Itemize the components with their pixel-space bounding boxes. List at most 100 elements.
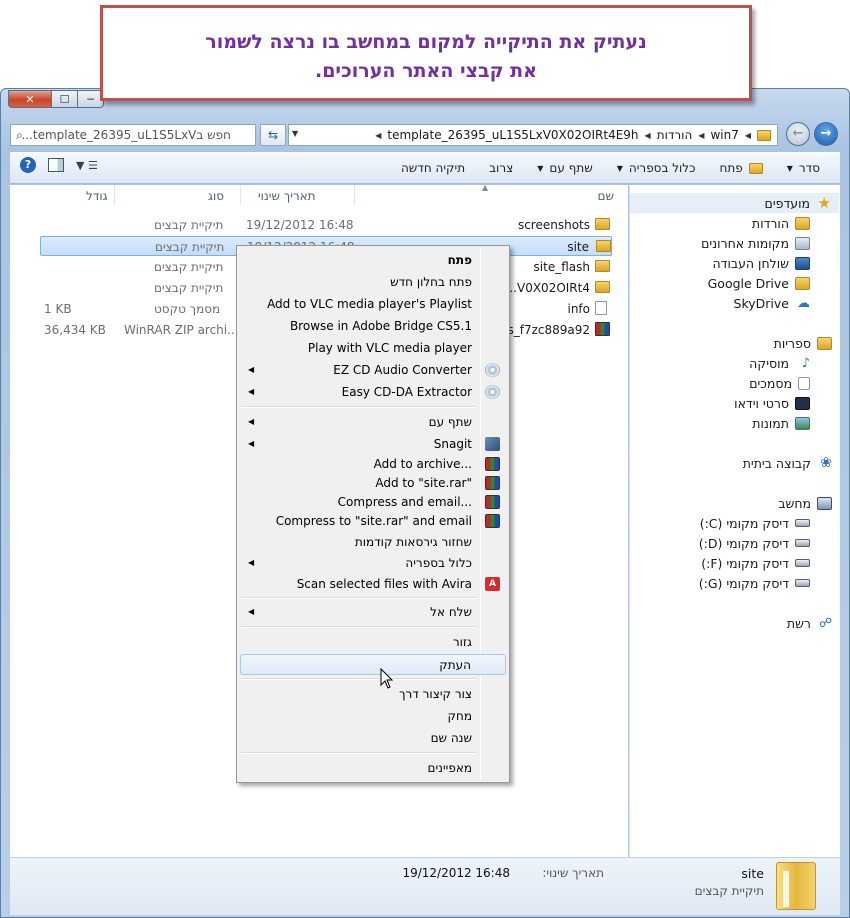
- burn-button[interactable]: צרוב: [477, 161, 525, 175]
- menu-vlc-playlist[interactable]: Add to VLC media player's Playlist: [240, 294, 506, 315]
- details-name: site: [741, 866, 764, 881]
- chevron-down-icon[interactable]: ▼: [292, 129, 304, 141]
- nav-disk-d[interactable]: דיסק מקומי (D:): [699, 533, 840, 553]
- column-type[interactable]: סוג: [208, 189, 224, 203]
- file-type: תיקיית קבצים: [154, 218, 224, 232]
- menu-vlc-play[interactable]: Play with VLC media player: [240, 338, 506, 359]
- menu-compress-email[interactable]: Compress and email...: [240, 492, 506, 513]
- menu-label: Snagit: [433, 437, 472, 451]
- menu-label: Play with VLC media player: [307, 341, 472, 355]
- menu-open-new-window[interactable]: פתח בחלון חדש: [240, 272, 506, 293]
- address-bar[interactable]: ◀ win7 ◀ הורדות ◀ template_26395_uL1S5Lx…: [288, 124, 778, 146]
- menu-cut[interactable]: גזור: [240, 632, 506, 653]
- menu-copy[interactable]: העתק: [240, 654, 506, 675]
- column-size[interactable]: גודל: [86, 189, 108, 203]
- chevron-left-icon[interactable]: ◀: [745, 131, 751, 140]
- breadcrumb-downloads[interactable]: הורדות: [657, 128, 693, 142]
- menu-adobe-bridge[interactable]: Browse in Adobe Bridge CS5.1: [240, 316, 506, 337]
- nav-recent-places[interactable]: מקומות אחרונים: [701, 233, 840, 253]
- menu-delete[interactable]: מחק: [240, 706, 506, 727]
- column-name[interactable]: שם: [598, 189, 614, 203]
- preview-pane-icon[interactable]: [48, 158, 64, 172]
- nav-label: דיסק מקומי (G:): [698, 575, 789, 591]
- menu-add-site-rar[interactable]: Add to "site.rar": [240, 473, 506, 494]
- nav-network[interactable]: ☍ רשת: [787, 613, 840, 633]
- nav-documents[interactable]: מסמכים: [749, 373, 840, 393]
- nav-disk-c[interactable]: דיסק מקומי (C:): [700, 513, 840, 533]
- nav-music[interactable]: ♪ מוסיקה: [749, 353, 840, 373]
- nav-videos[interactable]: סרטי וידאו: [734, 393, 840, 413]
- nav-computer[interactable]: מחשב: [778, 493, 840, 513]
- share-with-button[interactable]: שתף עם ▼: [525, 161, 605, 175]
- menu-easy-cd[interactable]: ◀ Easy CD-DA Extractor: [240, 382, 506, 403]
- submenu-arrow-icon: ◀: [248, 417, 255, 426]
- nav-downloads[interactable]: הורדות: [752, 213, 840, 233]
- menu-avira-scan[interactable]: A Scan selected files with Avira: [240, 574, 506, 595]
- menu-separator: [241, 626, 477, 628]
- nav-label: דיסק מקומי (C:): [699, 515, 789, 531]
- nav-label: דיסק מקומי (D:): [698, 535, 789, 551]
- menu-label: Add to "site.rar": [375, 476, 472, 490]
- command-bar: סדר ▼ פתח כלול בספריה ▼ שתף עם ▼ צרוב תיקיה…: [10, 152, 840, 184]
- nav-label: מחשב: [778, 495, 811, 511]
- breadcrumb-win7[interactable]: win7: [710, 128, 738, 142]
- menu-ez-cd[interactable]: ◀ EZ CD Audio Converter: [240, 360, 506, 381]
- menu-share-with[interactable]: ◀ שתף עם: [240, 412, 506, 433]
- nav-google-drive[interactable]: Google Drive: [708, 273, 840, 293]
- menu-label: Add to archive...: [373, 457, 472, 471]
- column-divider[interactable]: [114, 185, 115, 205]
- menu-properties[interactable]: מאפיינים: [240, 758, 506, 779]
- menu-separator: [241, 752, 477, 754]
- breadcrumb-template[interactable]: template_26395_uL1S5LxV0X02OIRt4E9h: [387, 128, 638, 142]
- nav-disk-g[interactable]: דיסק מקומי (G:): [699, 573, 840, 593]
- column-divider[interactable]: [354, 185, 355, 205]
- nav-skydrive[interactable]: ☁ SkyDrive: [734, 293, 840, 313]
- nav-label: סרטי וידאו: [734, 395, 789, 411]
- chevron-left-icon[interactable]: ◀: [698, 131, 704, 140]
- nav-desktop[interactable]: שולחן העבודה: [712, 253, 840, 273]
- file-size: 1 KB: [44, 302, 72, 316]
- search-icon[interactable]: ⌕: [16, 128, 30, 142]
- nav-label: מסמכים: [749, 375, 792, 391]
- forward-button[interactable]: ←: [786, 122, 810, 146]
- context-menu: פתח פתח בחלון חדש Add to VLC media playe…: [236, 245, 510, 783]
- menu-restore-versions[interactable]: שחזור גירסאות קודמות: [240, 532, 506, 553]
- chevron-left-icon[interactable]: ◀: [375, 131, 381, 140]
- maximize-button[interactable]: ☐: [52, 90, 78, 108]
- column-modified[interactable]: תאריך שינוי: [258, 189, 316, 203]
- nav-homegroup[interactable]: ❀ קבוצה ביתית: [743, 453, 840, 473]
- close-button[interactable]: ✕: [8, 90, 52, 108]
- include-library-label: כלול בספריה: [628, 161, 696, 175]
- menu-add-archive[interactable]: Add to archive...: [240, 454, 506, 475]
- menu-create-shortcut[interactable]: צור קיצור דרך: [240, 684, 506, 705]
- open-button[interactable]: פתח: [707, 161, 774, 175]
- nav-disk-f[interactable]: דיסק מקומי (F:): [701, 553, 840, 573]
- view-options-icon[interactable]: ▼ ☰: [76, 159, 98, 172]
- menu-include-library[interactable]: ◀ כלול בספריה: [240, 553, 506, 574]
- organize-button[interactable]: סדר ▼: [775, 161, 832, 175]
- nav-label: SkyDrive: [733, 295, 789, 311]
- menu-compress-site-email[interactable]: Compress to "site.rar" and email: [240, 511, 506, 532]
- nav-libraries[interactable]: ספריות: [774, 333, 840, 353]
- menu-snagit[interactable]: ◀ Snagit: [240, 434, 506, 455]
- new-folder-button[interactable]: תיקיה חדשה: [389, 161, 477, 175]
- submenu-arrow-icon: ◀: [248, 607, 255, 616]
- view-controls: ? ▼ ☰: [20, 157, 98, 173]
- star-icon: ★: [817, 193, 831, 212]
- menu-send-to[interactable]: ◀ שלח אל: [240, 602, 506, 623]
- help-icon[interactable]: ?: [20, 157, 36, 173]
- refresh-button[interactable]: ⇆: [260, 124, 286, 146]
- file-name: es_f7zc889a92: [500, 323, 590, 337]
- sort-ascending-icon: ▲: [482, 183, 489, 192]
- menu-rename[interactable]: שנה שם: [240, 728, 506, 749]
- column-divider[interactable]: [240, 185, 241, 205]
- menu-open[interactable]: פתח: [240, 250, 506, 271]
- back-button[interactable]: →: [814, 122, 838, 146]
- file-row-screenshots[interactable]: screenshots 19/12/2012 16:48 תיקיית קבצי…: [40, 215, 612, 235]
- menu-label: שנה שם: [430, 731, 472, 745]
- nav-favorites[interactable]: ★ מועדפים: [630, 193, 839, 213]
- chevron-left-icon[interactable]: ◀: [645, 131, 651, 140]
- nav-pictures[interactable]: תמונות: [752, 413, 840, 433]
- search-input[interactable]: חפש בtemplate_26395_uL1S5LxV...: [10, 124, 256, 146]
- include-library-button[interactable]: כלול בספריה ▼: [605, 161, 708, 175]
